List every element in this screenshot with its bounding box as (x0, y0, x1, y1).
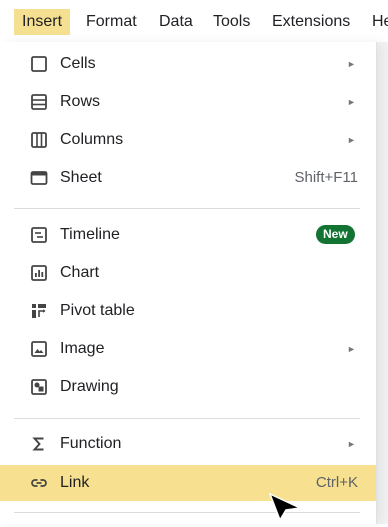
submenu-arrow-icon: ► (347, 97, 356, 107)
menu-item-label: Sheet (60, 169, 102, 186)
sheet-icon (30, 169, 48, 187)
timeline-icon (30, 226, 48, 244)
shortcut-text: Ctrl+K (315, 474, 358, 491)
pivot-table-icon (30, 302, 48, 320)
menu-divider (14, 512, 360, 513)
menu-item-label: Timeline (60, 226, 120, 243)
submenu-arrow-icon: ► (347, 59, 356, 69)
sheet-background (377, 42, 388, 524)
menu-item-label: Cells (60, 55, 96, 72)
menu-help[interactable]: He (372, 9, 388, 35)
menu-insert[interactable]: Insert (14, 9, 71, 35)
menu-item-pivot-table[interactable]: Pivot table (0, 293, 376, 329)
menu-item-label: Chart (60, 264, 100, 281)
columns-icon (30, 131, 48, 149)
menu-format[interactable]: Format (86, 9, 137, 35)
menu-data[interactable]: Data (159, 9, 193, 35)
menu-item-label: Function (60, 435, 122, 452)
cells-icon (30, 55, 48, 73)
menu-item-cells[interactable]: Cells ► (0, 46, 376, 82)
menu-item-function[interactable]: Function ► (0, 426, 376, 462)
rows-icon (30, 93, 48, 111)
menu-item-image[interactable]: Image ► (0, 331, 376, 367)
submenu-arrow-icon: ► (347, 439, 356, 449)
submenu-arrow-icon: ► (347, 344, 356, 354)
menu-item-label: Columns (60, 131, 124, 148)
menu-item-label: Pivot table (60, 302, 135, 319)
menu-item-chart[interactable]: Chart (0, 255, 376, 291)
submenu-arrow-icon: ► (347, 135, 356, 145)
chart-icon (30, 264, 48, 282)
menu-divider (14, 208, 360, 209)
image-icon (30, 340, 48, 358)
new-badge: New (316, 225, 355, 244)
mouse-cursor-icon (268, 492, 303, 522)
menu-item-label: Image (60, 340, 105, 357)
menu-item-label: Rows (60, 93, 101, 110)
menu-extensions[interactable]: Extensions (272, 9, 350, 35)
menu-item-label: Drawing (60, 378, 119, 395)
menu-item-columns[interactable]: Columns ► (0, 122, 376, 158)
menu-item-link[interactable]: Link Ctrl+K (0, 465, 376, 501)
menu-item-drawing[interactable]: Drawing (0, 369, 376, 405)
menu-item-timeline[interactable]: Timeline New (0, 217, 376, 253)
menu-bar: Insert Format Data Tools Extensions He (0, 0, 388, 42)
link-icon (30, 474, 48, 492)
menu-divider (14, 418, 360, 419)
drawing-icon (30, 378, 48, 396)
insert-dropdown-menu: Cells ► Rows ► Columns ► Sheet Shift+F11… (0, 42, 377, 524)
menu-item-rows[interactable]: Rows ► (0, 84, 376, 120)
shortcut-text: Shift+F11 (294, 169, 358, 186)
menu-tools[interactable]: Tools (213, 9, 250, 35)
menu-item-sheet[interactable]: Sheet Shift+F11 (0, 160, 376, 196)
menu-item-label: Link (60, 474, 90, 491)
function-icon (30, 435, 48, 453)
